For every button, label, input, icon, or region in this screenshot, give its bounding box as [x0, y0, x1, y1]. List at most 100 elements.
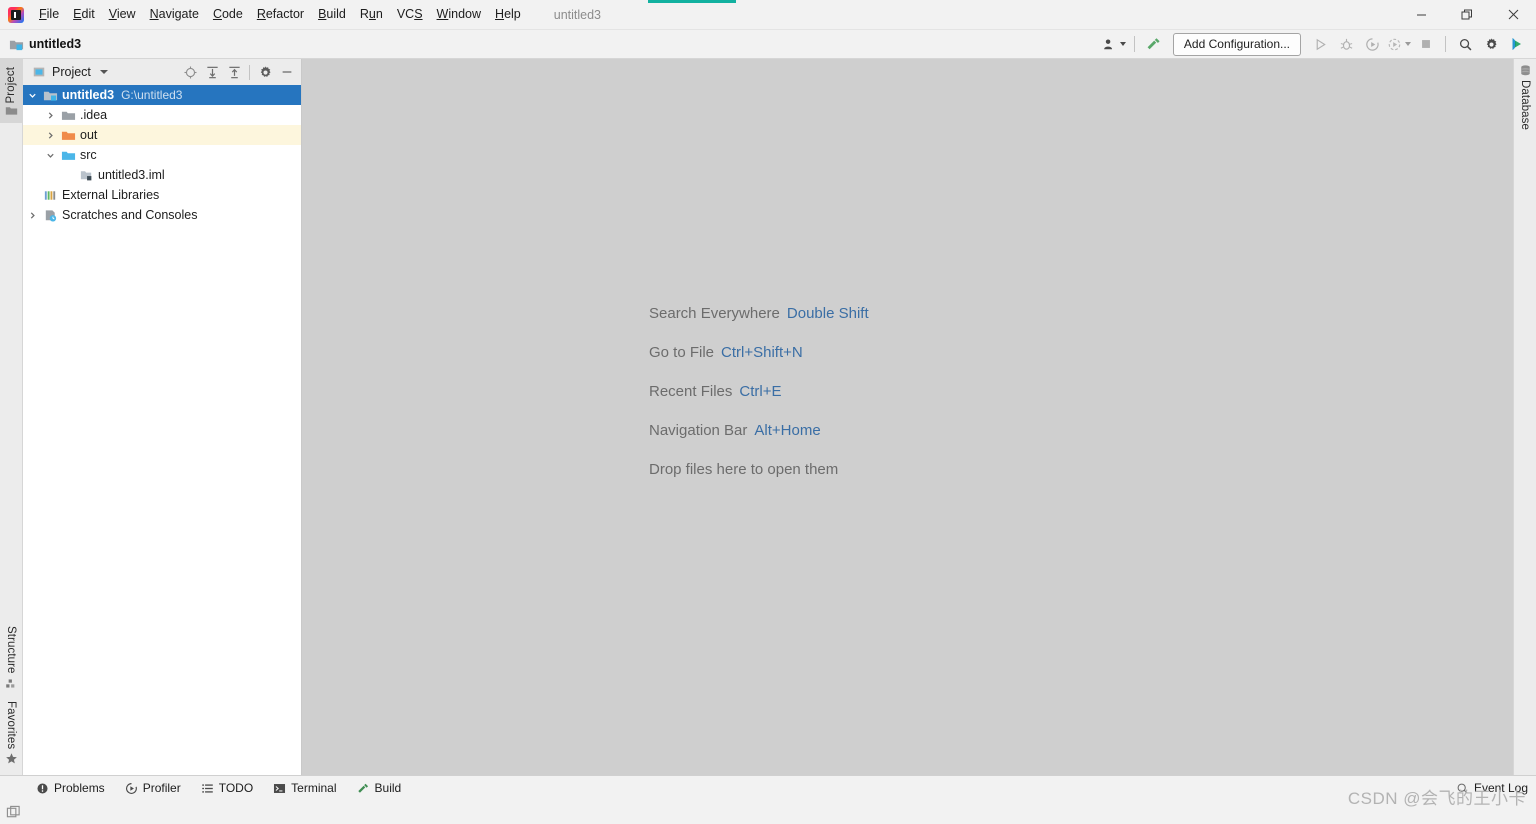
window-minimize-button[interactable] [1398, 0, 1444, 29]
status-tool-profiler[interactable]: Profiler [115, 776, 191, 800]
toolbar-divider-2 [1445, 36, 1446, 52]
user-account-button[interactable] [1100, 33, 1128, 55]
user-account-icon [1104, 38, 1112, 49]
todo-list-icon [201, 783, 213, 793]
tree-node-idea[interactable]: .idea [23, 105, 301, 125]
menu-build[interactable]: Build [311, 0, 353, 29]
project-tree[interactable]: untitled3 G:\untitled3 .idea out src unt… [23, 85, 301, 775]
status-bar-tools: Problems Profiler TODO Terminal Build [0, 776, 411, 800]
project-panel-actions [180, 59, 297, 85]
run-toolbar: Add Configuration... [1100, 30, 1536, 58]
stop-button[interactable] [1413, 33, 1439, 55]
menu-help[interactable]: Help [488, 0, 528, 29]
event-log-button[interactable]: Event Log [1456, 776, 1528, 800]
window-controls [1398, 0, 1536, 29]
settings-button[interactable] [1478, 33, 1504, 55]
menu-edit[interactable]: Edit [66, 0, 102, 29]
problems-icon [37, 782, 48, 794]
build-button[interactable] [1141, 33, 1167, 55]
chevron-right-icon[interactable] [41, 111, 59, 120]
chevron-right-icon[interactable] [41, 131, 59, 140]
rail-tab-database[interactable]: Database [1514, 59, 1536, 139]
menu-refactor[interactable]: Refactor [250, 0, 311, 29]
menu-window[interactable]: Window [430, 0, 488, 29]
tree-node-scratches-and-consoles[interactable]: Scratches and Consoles [23, 205, 301, 225]
status-bar: Problems Profiler TODO Terminal Build Ev… [0, 775, 1536, 800]
tree-node-label: .idea [80, 108, 108, 122]
editor-empty-area[interactable]: Search Everywhere Double Shift Go to Fil… [302, 59, 1513, 775]
menu-vcs[interactable]: VCS [390, 0, 430, 29]
menu-file[interactable]: File [32, 0, 66, 29]
status-tool-terminal[interactable]: Terminal [263, 776, 346, 800]
tree-node-untitled3[interactable]: untitled3 G:\untitled3 [23, 85, 301, 105]
status-tool-problems[interactable]: Problems [26, 776, 115, 800]
run-with-coverage-button[interactable] [1359, 33, 1385, 55]
menu-navigate[interactable]: Navigate [143, 0, 206, 29]
event-log-icon [1457, 783, 1468, 794]
title-bar: File Edit View Navigate Code Refactor Bu… [0, 0, 1536, 30]
rail-tab-project[interactable]: Project [0, 59, 22, 123]
run-button[interactable] [1307, 33, 1333, 55]
bottom-strip: CSDN @会飞的王小卡 [0, 789, 1536, 824]
tree-node-untitled3-iml[interactable]: untitled3.iml [23, 165, 301, 185]
tree-node-external-libraries[interactable]: External Libraries [23, 185, 301, 205]
breadcrumb[interactable]: untitled3 [9, 37, 81, 52]
project-panel-icon [33, 67, 45, 77]
hint-shortcut: Ctrl+Shift+N [721, 344, 803, 361]
rail-tab-structure[interactable]: Structure [0, 621, 22, 696]
menu-code[interactable]: Code [206, 0, 250, 29]
status-tool-build[interactable]: Build [347, 776, 412, 800]
debug-button[interactable] [1333, 33, 1359, 55]
hint-recent-files: Recent Files Ctrl+E [649, 372, 869, 411]
collapse-all-button[interactable] [224, 62, 244, 82]
gear-icon [1486, 37, 1497, 49]
chevron-down-icon[interactable] [99, 70, 108, 74]
add-configuration-button[interactable]: Add Configuration... [1172, 32, 1301, 56]
toolbar-divider [1133, 36, 1135, 52]
ide-update-button[interactable] [1504, 33, 1530, 55]
search-everywhere-button[interactable] [1452, 33, 1478, 55]
chevron-down-icon[interactable] [23, 91, 41, 100]
tree-node-label: untitled3.iml [98, 168, 165, 182]
tree-node-out[interactable]: out [23, 125, 301, 145]
terminal-icon [274, 783, 286, 793]
left-rail-bottom-group: Structure Favorites [0, 621, 22, 775]
chevron-down-icon[interactable] [41, 151, 59, 160]
hint-search-everywhere: Search Everywhere Double Shift [649, 294, 869, 333]
copy-windows-icon[interactable] [6, 805, 21, 820]
profile-icon [1388, 38, 1401, 50]
rail-tab-favorites[interactable]: Favorites [0, 696, 22, 771]
external-libraries-icon [41, 188, 59, 203]
menu-run[interactable]: Run [353, 0, 390, 29]
database-icon [1520, 65, 1530, 76]
ide-update-icon [1512, 38, 1521, 50]
hint-shortcut: Ctrl+E [739, 383, 782, 400]
project-panel-header: Project [23, 59, 301, 85]
intellij-idea-logo-icon [8, 6, 24, 23]
status-tool-todo[interactable]: TODO [191, 776, 263, 800]
tree-node-src[interactable]: src [23, 145, 301, 165]
status-tool-label: TODO [218, 781, 254, 795]
hint-navigation-bar: Navigation Bar Alt+Home [649, 411, 869, 450]
tree-node-label: untitled3 [62, 88, 115, 102]
hint-label: Recent Files [649, 383, 733, 400]
project-settings-button[interactable] [255, 62, 275, 82]
left-tool-rail: Project Structure Favorites [0, 59, 23, 775]
chevron-right-icon[interactable] [23, 211, 41, 220]
hide-panel-button[interactable] [277, 62, 297, 82]
project-panel-title: Project [52, 65, 91, 79]
folder-orange-icon [59, 128, 77, 143]
project-folder-icon [9, 40, 24, 50]
editor-hints-list: Search Everywhere Double Shift Go to Fil… [649, 294, 869, 489]
build-hammer-icon [357, 783, 368, 793]
select-opened-file-button[interactable] [180, 62, 200, 82]
project-root-icon [41, 88, 59, 103]
expand-all-button[interactable] [202, 62, 222, 82]
window-close-button[interactable] [1490, 0, 1536, 29]
star-icon [5, 753, 17, 764]
window-maximize-button[interactable] [1444, 0, 1490, 29]
profile-button[interactable] [1385, 33, 1413, 55]
menu-view[interactable]: View [102, 0, 143, 29]
status-tool-label: Problems [54, 781, 105, 795]
status-tool-label: Terminal [291, 781, 337, 795]
